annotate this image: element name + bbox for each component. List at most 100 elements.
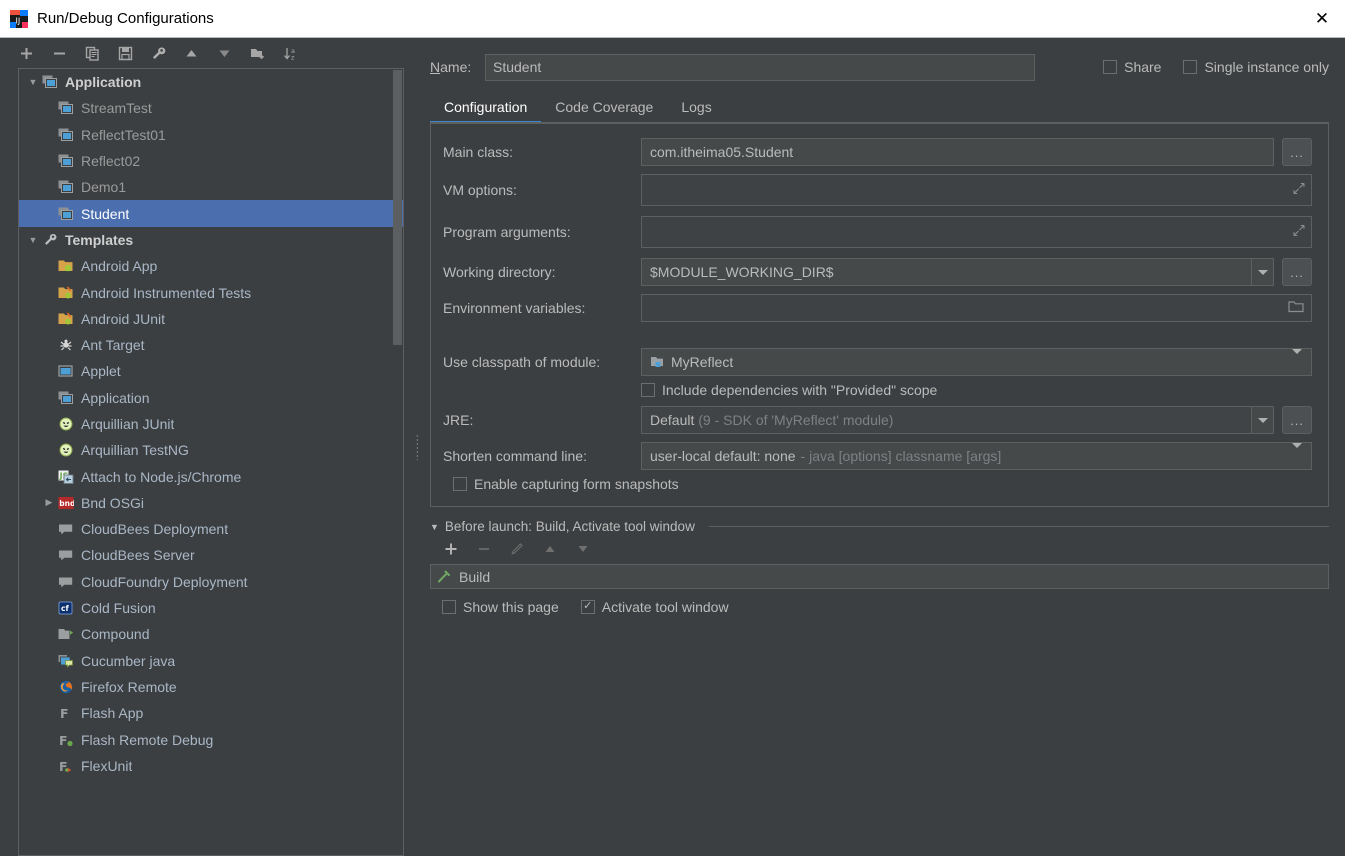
jre-combo[interactable]: Default (9 - SDK of 'MyReflect' module) (641, 406, 1274, 434)
new-folder-icon[interactable] (249, 45, 266, 62)
add-icon[interactable] (18, 45, 35, 62)
sort-alphabetically-icon[interactable]: a z (282, 45, 299, 62)
tree-row[interactable]: Demo1 (19, 174, 403, 200)
use-classpath-of-module-combo[interactable]: MyReflect (641, 348, 1312, 376)
shorten-command-line-combo[interactable]: user-local default: none - java [options… (641, 442, 1312, 470)
window-titlebar: IJ Run/Debug Configurations ✕ (0, 0, 1345, 38)
vm-options-input[interactable] (641, 174, 1312, 206)
tree-row[interactable]: Cucumber java (19, 648, 403, 674)
tree-row[interactable]: FFlash Remote Debug (19, 726, 403, 752)
chevron-down-icon[interactable]: ▼ (25, 235, 41, 245)
bnd-osgi-icon: bnd (57, 495, 75, 511)
show-this-page-checkbox-box[interactable] (442, 600, 456, 614)
tree-row[interactable]: Arquillian TestNG (19, 437, 403, 463)
tab-logs[interactable]: Logs (667, 95, 725, 123)
move-up-icon[interactable] (183, 45, 200, 62)
chevron-right-icon[interactable]: ▶ (41, 497, 57, 508)
tree-row-label: StreamTest (81, 100, 152, 116)
activate-tool-window-checkbox-box[interactable] (581, 600, 595, 614)
tree-row[interactable]: CloudBees Deployment (19, 516, 403, 542)
tree-row[interactable]: ▼Templates (19, 227, 403, 253)
tree-row-label: Demo1 (81, 179, 126, 195)
tree-row[interactable]: CloudFoundry Deployment (19, 569, 403, 595)
shorten-command-line-detail: - java [options] classname [args] (801, 448, 1002, 464)
configuration-editor-pane: Name: Share Single instance only Configu… (422, 38, 1345, 856)
close-icon[interactable]: ✕ (1299, 0, 1345, 37)
move-down-icon[interactable] (216, 45, 233, 62)
show-this-page-checkbox[interactable]: Show this page (442, 599, 559, 615)
enable-form-snapshots-checkbox[interactable]: Enable capturing form snapshots (453, 476, 679, 492)
expand-editor-icon[interactable] (1293, 183, 1305, 198)
module-icon (650, 355, 665, 369)
tree-row[interactable]: Reflect02 (19, 148, 403, 174)
share-checkbox[interactable]: Share (1103, 59, 1161, 75)
before-launch-header[interactable]: ▼ Before launch: Build, Activate tool wi… (430, 519, 1329, 534)
include-provided-checkbox-box[interactable] (641, 383, 655, 397)
before-launch-task-list[interactable]: Build (430, 564, 1329, 589)
single-instance-checkbox[interactable]: Single instance only (1183, 59, 1329, 75)
tree-row[interactable]: Compound (19, 621, 403, 647)
working-directory-row: Working directory: $MODULE_WORKING_DIR$ … (443, 258, 1312, 286)
tree-row[interactable]: ReflectTest01 (19, 122, 403, 148)
environment-variables-input[interactable] (641, 294, 1312, 322)
configuration-panel: Main class: com.itheima05.Student ... VM… (430, 123, 1329, 507)
copy-icon[interactable] (84, 45, 101, 62)
tree-scrollbar[interactable] (393, 70, 402, 854)
tab-configuration[interactable]: Configuration (430, 95, 541, 123)
cloud-icon (57, 547, 75, 563)
save-icon[interactable] (117, 45, 134, 62)
expand-editor-icon[interactable] (1293, 225, 1305, 240)
tree-row[interactable]: Arquillian JUnit (19, 411, 403, 437)
configurations-tree[interactable]: ▼ApplicationStreamTestReflectTest01Refle… (19, 69, 403, 855)
main-class-row: Main class: com.itheima05.Student ... (443, 138, 1312, 166)
tree-row[interactable]: Android Instrumented Tests (19, 279, 403, 305)
activate-tool-window-checkbox[interactable]: Activate tool window (581, 599, 729, 615)
main-class-input[interactable]: com.itheima05.Student (641, 138, 1274, 166)
edit-templates-wrench-icon[interactable] (150, 45, 167, 62)
pane-splitter[interactable] (412, 38, 422, 856)
tree-row[interactable]: Android JUnit (19, 306, 403, 332)
collapse-triangle-icon[interactable]: ▼ (430, 522, 439, 532)
bl-add-icon[interactable] (442, 541, 459, 558)
configurations-pane: a z ▼ApplicationStreamTestReflectTest01R… (0, 38, 412, 856)
single-instance-checkbox-box[interactable] (1183, 60, 1197, 74)
main-class-browse-button[interactable]: ... (1282, 138, 1312, 166)
tree-row-label: CloudBees Server (81, 547, 195, 563)
tree-row[interactable]: Applet (19, 358, 403, 384)
shorten-command-line-dropdown-arrow[interactable] (1292, 448, 1302, 464)
tree-row[interactable]: CloudBees Server (19, 542, 403, 568)
tree-row[interactable]: Ant Target (19, 332, 403, 358)
enable-form-snapshots-checkbox-box[interactable] (453, 477, 467, 491)
share-checkbox-box[interactable] (1103, 60, 1117, 74)
tab-code-coverage[interactable]: Code Coverage (541, 95, 667, 123)
before-launch-options: Show this page Activate tool window (430, 599, 1329, 615)
tree-row[interactable]: Student (19, 200, 403, 226)
tree-row[interactable]: JSAttach to Node.js/Chrome (19, 463, 403, 489)
tree-row[interactable]: Android App (19, 253, 403, 279)
working-directory-dropdown-arrow[interactable] (1251, 259, 1273, 285)
use-classpath-of-module-row: Use classpath of module: MyReflect (443, 348, 1312, 376)
remove-icon[interactable] (51, 45, 68, 62)
chevron-down-icon[interactable]: ▼ (25, 77, 41, 87)
tree-row[interactable]: ▶bndBnd OSGi (19, 490, 403, 516)
folder-icon[interactable] (1288, 300, 1304, 317)
working-directory-input[interactable]: $MODULE_WORKING_DIR$ (641, 258, 1274, 286)
name-input[interactable] (485, 54, 1035, 81)
working-directory-browse-button[interactable]: ... (1282, 258, 1312, 286)
include-provided-checkbox[interactable]: Include dependencies with "Provided" sco… (641, 382, 937, 398)
jre-browse-button[interactable]: ... (1282, 406, 1312, 434)
tree-row[interactable]: cfCold Fusion (19, 595, 403, 621)
tree-row[interactable]: ▼Application (19, 69, 403, 95)
svg-text:bnd: bnd (59, 499, 74, 508)
program-arguments-input[interactable] (641, 216, 1312, 248)
tree-row[interactable]: FFlash App (19, 700, 403, 726)
tree-row[interactable]: FFlexUnit (19, 753, 403, 779)
arquillian-icon (57, 442, 75, 458)
use-classpath-dropdown-arrow[interactable] (1292, 354, 1302, 370)
tree-row[interactable]: Firefox Remote (19, 674, 403, 700)
tree-scrollbar-thumb[interactable] (393, 70, 402, 345)
tree-row[interactable]: StreamTest (19, 95, 403, 121)
jre-dropdown-arrow[interactable] (1251, 407, 1273, 433)
tree-row[interactable]: Application (19, 385, 403, 411)
android-test-icon (57, 285, 75, 301)
